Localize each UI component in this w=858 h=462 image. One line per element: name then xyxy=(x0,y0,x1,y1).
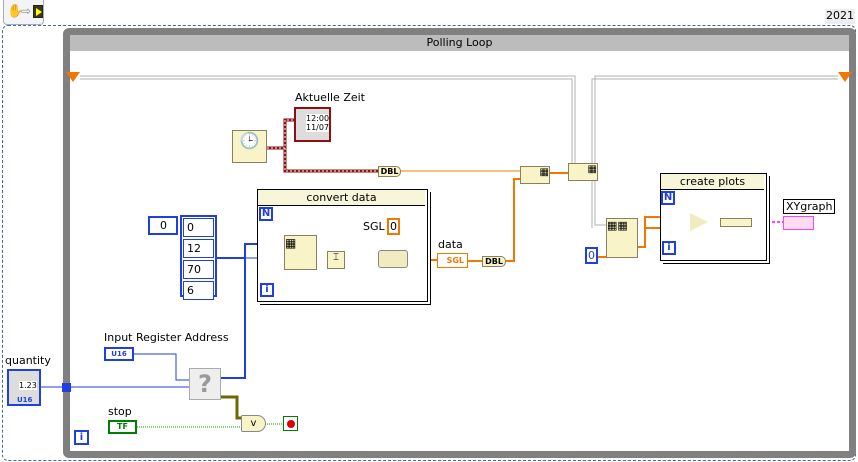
loop-count-n: N xyxy=(259,207,273,221)
register-control[interactable]: U16 xyxy=(104,347,134,361)
array-index[interactable]: 0 xyxy=(148,216,178,235)
sgl-label: SGL xyxy=(363,220,385,233)
stop-control[interactable]: TF xyxy=(108,420,137,434)
array-element[interactable]: 70 xyxy=(183,260,214,279)
stop-label: stop xyxy=(108,405,132,418)
index-array-node[interactable]: ▦ xyxy=(284,235,317,270)
data-indicator[interactable]: SGL xyxy=(437,253,468,268)
clock-icon[interactable]: 🕒 xyxy=(232,130,267,163)
quantity-tunnel xyxy=(62,383,71,392)
to-dbl-time[interactable]: DBL xyxy=(378,166,401,177)
or-gate[interactable]: v xyxy=(241,415,266,432)
shift-register-left xyxy=(66,72,80,82)
loop-iteration-i: i xyxy=(260,283,274,297)
while-loop-iteration: i xyxy=(74,430,89,445)
array-element[interactable]: 12 xyxy=(183,239,214,258)
array-element[interactable]: 6 xyxy=(183,281,214,300)
sgl-constant[interactable]: 0 xyxy=(387,218,400,235)
array-element[interactable]: 0 xyxy=(183,218,214,237)
time-label: Aktuelle Zeit xyxy=(295,91,365,104)
to-dbl-data[interactable]: DBL xyxy=(482,256,506,267)
plots-loop-title: create plots xyxy=(661,174,764,190)
plots-loop-i: i xyxy=(662,241,676,255)
xygraph-indicator[interactable] xyxy=(783,216,814,230)
re-im-to-complex-icon[interactable] xyxy=(690,213,708,231)
plots-constant[interactable]: 0 xyxy=(585,247,598,264)
loop-condition-stop-icon[interactable] xyxy=(283,416,298,431)
bundle-node[interactable] xyxy=(720,218,752,227)
array-subset-node[interactable]: ▦▦ xyxy=(606,218,638,258)
unknown-subvi-node[interactable]: ? xyxy=(189,368,221,400)
shift-register-right xyxy=(838,72,852,82)
type-cast-node[interactable] xyxy=(378,250,408,268)
quantity-type: U16 xyxy=(17,396,33,404)
register-label: Input Register Address xyxy=(104,331,229,344)
data-label: data xyxy=(438,238,463,251)
array-constant: 0 12 70 6 xyxy=(180,215,217,300)
quantity-value: 1.23 xyxy=(19,381,37,390)
build-array-2[interactable]: ▦ xyxy=(568,163,598,181)
convert-loop-title: convert data xyxy=(258,190,425,206)
time-value: 12:00 xyxy=(306,114,330,123)
join-numbers-node[interactable]: ⌶ xyxy=(327,251,345,269)
xygraph-label: XYgraph xyxy=(783,199,836,214)
build-array-1[interactable]: ▦ xyxy=(520,166,550,184)
quantity-control[interactable]: 1.23 U16 xyxy=(7,369,41,406)
date-value: 11/07 xyxy=(306,123,330,132)
plots-loop-n: N xyxy=(661,191,675,205)
time-indicator[interactable]: 12:00 11/07 xyxy=(294,107,331,142)
quantity-label: quantity xyxy=(5,354,51,367)
